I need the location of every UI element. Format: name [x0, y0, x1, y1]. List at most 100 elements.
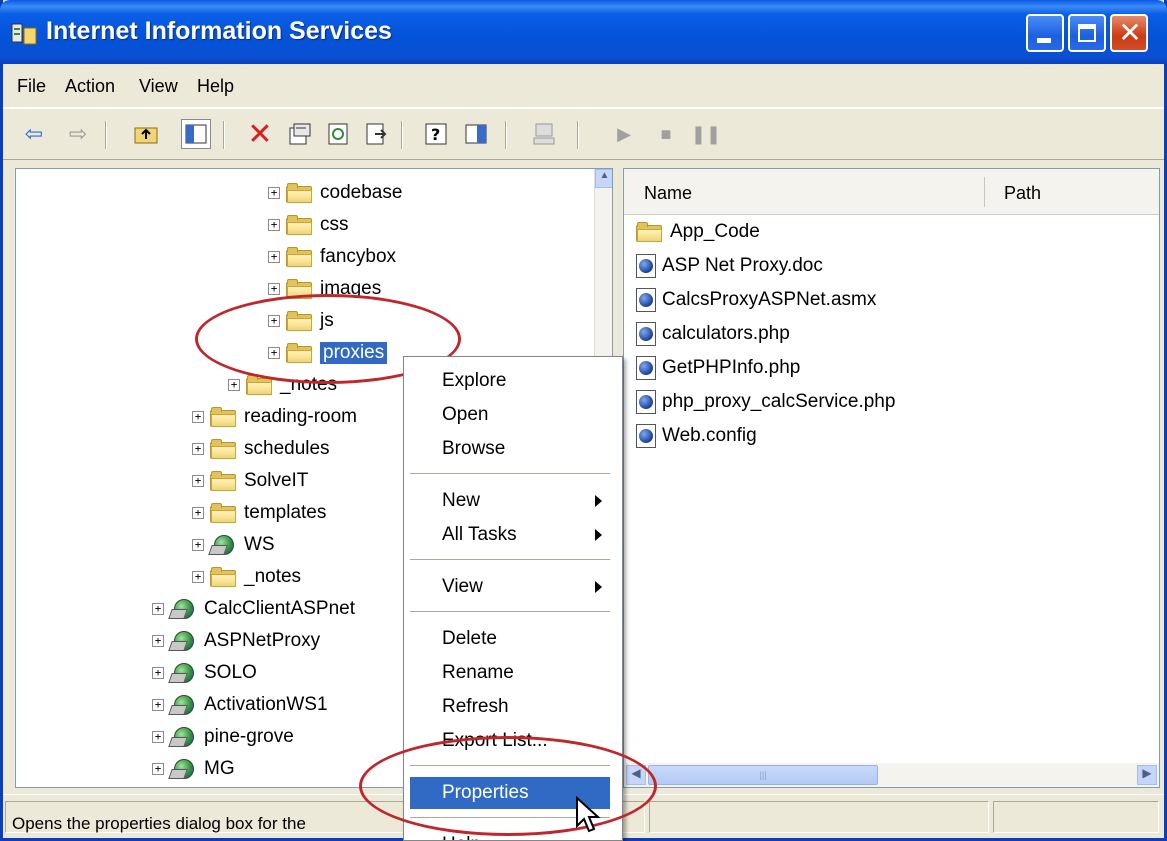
- list-item[interactable]: GetPHPInfo.php: [636, 353, 800, 383]
- expand-icon[interactable]: +: [268, 187, 280, 199]
- tree-item[interactable]: + ActivationWS1: [152, 691, 328, 719]
- list-item-label: calculators.php: [662, 323, 790, 344]
- console-pane-icon[interactable]: [461, 119, 491, 149]
- show-hide-tree-icon[interactable]: [181, 119, 211, 149]
- expand-icon[interactable]: +: [192, 507, 204, 519]
- menu-help[interactable]: Help: [197, 76, 234, 97]
- close-button[interactable]: ✕: [1110, 14, 1148, 52]
- expand-icon[interactable]: +: [152, 731, 164, 743]
- list-pane[interactable]: Name Path App_Code ASP Net Proxy.doc Cal…: [623, 168, 1160, 788]
- tree-item-label: _notes: [244, 566, 302, 587]
- ctx-rename[interactable]: Rename: [410, 657, 610, 689]
- expand-icon[interactable]: +: [268, 283, 280, 295]
- status-cell: [649, 801, 989, 833]
- web-app-icon: [168, 757, 196, 781]
- tree-item-label: ActivationWS1: [204, 694, 328, 715]
- pause-icon[interactable]: ❚❚: [691, 119, 721, 149]
- tree-item[interactable]: + SolveIT: [192, 467, 308, 495]
- up-folder-icon[interactable]: [131, 119, 161, 149]
- back-arrow-icon[interactable]: ⇦: [19, 119, 49, 149]
- tree-item[interactable]: + fancybox: [268, 243, 396, 271]
- title-bar[interactable]: Internet Information Services ✕: [0, 0, 1167, 64]
- submenu-arrow-icon: [595, 529, 602, 541]
- refresh-icon[interactable]: [323, 119, 353, 149]
- expand-icon[interactable]: +: [152, 763, 164, 775]
- list-horizontal-scrollbar[interactable]: ◀ ||| ▶: [624, 763, 1159, 787]
- menu-separator: [410, 473, 610, 474]
- column-divider[interactable]: [984, 177, 985, 207]
- tree-item[interactable]: + css: [268, 211, 349, 239]
- tree-item[interactable]: + CalcClientASPnet: [152, 595, 355, 623]
- expand-icon[interactable]: +: [152, 603, 164, 615]
- ctx-new-label: New: [442, 490, 481, 511]
- folder-icon: [210, 471, 236, 491]
- help-icon[interactable]: ?: [421, 119, 451, 149]
- tree-item[interactable]: + codebase: [268, 179, 402, 207]
- expand-icon[interactable]: +: [192, 411, 204, 423]
- tree-item[interactable]: + SOLO: [152, 659, 257, 687]
- list-item[interactable]: php_proxy_calcService.php: [636, 387, 895, 417]
- toolbar: ⇦ ⇨ ✕ ? ▶ ■ ❚❚: [3, 108, 1164, 160]
- menu-file[interactable]: File: [17, 76, 46, 97]
- list-item[interactable]: Web.config: [636, 421, 757, 451]
- ctx-new[interactable]: New: [410, 485, 610, 517]
- expand-icon[interactable]: +: [192, 475, 204, 487]
- column-header-name[interactable]: Name: [644, 183, 692, 204]
- list-item[interactable]: CalcsProxyASPNet.asmx: [636, 285, 876, 315]
- stop-icon[interactable]: ■: [651, 119, 681, 149]
- tree-item[interactable]: + WS: [192, 531, 275, 559]
- tree-item[interactable]: + _notes: [192, 563, 301, 591]
- delete-icon[interactable]: ✕: [245, 118, 275, 151]
- scrollbar-thumb[interactable]: |||: [648, 765, 878, 785]
- play-icon[interactable]: ▶: [609, 119, 639, 149]
- expand-icon[interactable]: +: [152, 699, 164, 711]
- folder-icon: [286, 215, 312, 235]
- tree-item[interactable]: + reading-room: [192, 403, 357, 431]
- list-item[interactable]: App_Code: [636, 217, 760, 247]
- expand-icon[interactable]: +: [152, 667, 164, 679]
- file-icon: [636, 390, 656, 414]
- minimize-button[interactable]: [1026, 14, 1064, 52]
- list-item[interactable]: ASP Net Proxy.doc: [636, 251, 823, 281]
- expand-icon[interactable]: +: [268, 219, 280, 231]
- tree-item-label: codebase: [320, 182, 403, 203]
- menu-action[interactable]: Action: [65, 76, 115, 97]
- folder-icon: [636, 222, 662, 242]
- ctx-open[interactable]: Open: [410, 399, 610, 431]
- export-list-icon[interactable]: [361, 119, 391, 149]
- ctx-delete[interactable]: Delete: [410, 623, 610, 655]
- tree-item-label: SolveIT: [244, 470, 309, 491]
- list-item[interactable]: calculators.php: [636, 319, 790, 349]
- tree-item[interactable]: + MG: [152, 755, 235, 783]
- ctx-view[interactable]: View: [410, 571, 610, 603]
- ctx-refresh[interactable]: Refresh: [410, 691, 610, 723]
- ctx-all-tasks-label: All Tasks: [442, 524, 517, 545]
- ctx-browse[interactable]: Browse: [410, 433, 610, 465]
- expand-icon[interactable]: +: [152, 635, 164, 647]
- tree-item[interactable]: + ASPNetProxy: [152, 627, 320, 655]
- ctx-all-tasks[interactable]: All Tasks: [410, 519, 610, 551]
- expand-icon[interactable]: +: [228, 379, 240, 391]
- expand-icon[interactable]: +: [192, 539, 204, 551]
- expand-icon[interactable]: +: [268, 251, 280, 263]
- computer-icon[interactable]: [529, 119, 559, 149]
- tree-item[interactable]: + templates: [192, 499, 326, 527]
- tree-item[interactable]: + pine-grove: [152, 723, 294, 751]
- file-icon: [636, 424, 656, 448]
- forward-arrow-icon[interactable]: ⇨: [63, 119, 93, 149]
- svg-text:?: ?: [431, 125, 440, 144]
- maximize-button[interactable]: [1068, 14, 1106, 52]
- properties-icon[interactable]: [285, 119, 315, 149]
- file-icon: [636, 254, 656, 278]
- scroll-right-arrow-icon[interactable]: ▶: [1137, 765, 1157, 785]
- annotation-ellipse: [359, 736, 657, 836]
- column-header-path[interactable]: Path: [1004, 183, 1041, 204]
- expand-icon[interactable]: +: [192, 443, 204, 455]
- menu-view[interactable]: View: [139, 76, 178, 97]
- ctx-explore[interactable]: Explore: [410, 365, 610, 397]
- tree-item[interactable]: + schedules: [192, 435, 330, 463]
- window-title: Internet Information Services: [46, 17, 392, 45]
- scroll-up-arrow-icon[interactable]: ▲: [595, 169, 612, 188]
- tree-item-label: pine-grove: [204, 726, 294, 747]
- expand-icon[interactable]: +: [192, 571, 204, 583]
